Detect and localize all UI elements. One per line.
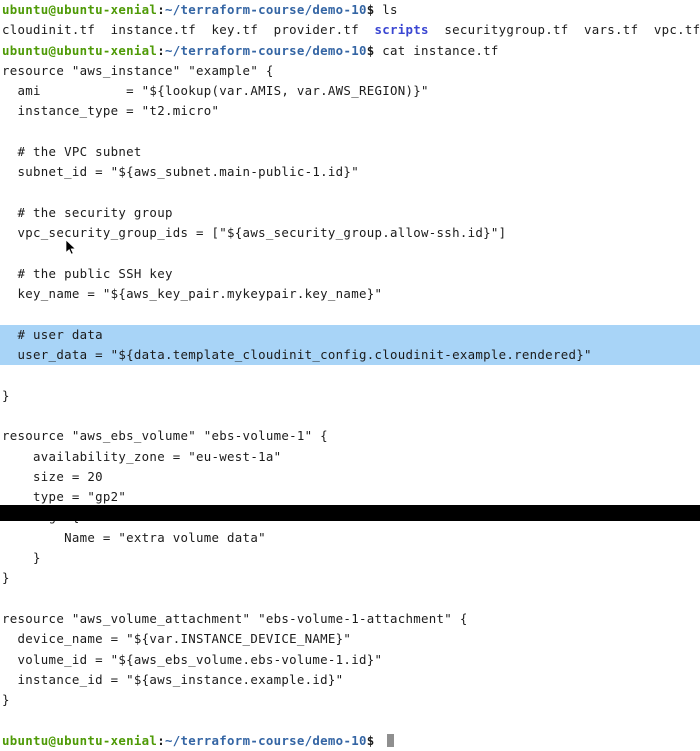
prompt-line-final: ubuntu@ubuntu-xenial:~/terraform-course/… <box>0 731 700 751</box>
file-content-line: resource "aws_volume_attachment" "ebs-vo… <box>0 609 700 629</box>
prompt-line-ls: ubuntu@ubuntu-xenial:~/terraform-course/… <box>0 0 700 20</box>
prompt-user-host: ubuntu@ubuntu-xenial <box>2 2 158 17</box>
file-content-text: Name = "extra volume data" <box>2 529 266 545</box>
file-content-text: volume_id = "${aws_ebs_volume.ebs-volume… <box>2 651 383 667</box>
command-ls: ls <box>374 2 398 17</box>
file-content-line: instance_id = "${aws_instance.example.id… <box>0 670 700 690</box>
prompt-path: ~/terraform-course/demo-10 <box>164 732 367 748</box>
file-content-text: type = "gp2" <box>2 489 127 505</box>
prompt-sigil: $ <box>366 2 375 17</box>
file-content-line: key_name = "${aws_key_pair.mykeypair.key… <box>0 284 700 304</box>
file-content-text: # the VPC subnet <box>2 144 142 160</box>
file-content-text: subnet_id = "${aws_subnet.main-public-1.… <box>2 164 359 180</box>
file-content-text: } <box>2 692 10 708</box>
final-prompt-trailing <box>375 733 383 748</box>
file-content-line <box>0 304 700 324</box>
file-content-line: device_name = "${var.INSTANCE_DEVICE_NAM… <box>0 629 700 649</box>
ls-directory-scripts[interactable]: scripts <box>374 22 428 37</box>
prompt-path: ~/terraform-course/demo-10 <box>164 2 367 17</box>
file-content-line <box>0 122 700 142</box>
file-content-text: # the public SSH key <box>2 265 173 281</box>
file-content-line <box>0 183 700 203</box>
file-content-text: instance_id = "${aws_instance.example.id… <box>2 671 344 687</box>
file-content-line <box>0 710 700 730</box>
file-content-line <box>0 589 700 609</box>
file-content-line: subnet_id = "${aws_subnet.main-public-1.… <box>0 162 700 182</box>
text-cursor <box>387 733 395 747</box>
file-content-line: } <box>0 548 700 568</box>
terminal-window: ubuntu@ubuntu-xenial:~/terraform-course/… <box>0 0 700 748</box>
file-content-text: instance_type = "t2.micro" <box>2 103 220 119</box>
file-content-line: user_data = "${data.template_cloudinit_c… <box>0 345 700 366</box>
file-content-line: } <box>0 690 700 710</box>
file-content-line <box>0 406 700 426</box>
file-content-line: instance_type = "t2.micro" <box>0 101 700 121</box>
prompt-separator: : <box>157 42 165 58</box>
file-content-text: vpc_security_group_ids = ["${aws_securit… <box>2 225 507 241</box>
file-content-line: vpc_security_group_ids = ["${aws_securit… <box>0 223 700 243</box>
file-content-line: # user data <box>0 324 700 346</box>
prompt-sigil: $ <box>366 732 375 748</box>
file-content-text: } <box>2 550 41 566</box>
file-content-line: resource "aws_instance" "example" { <box>0 61 700 81</box>
command-cat: cat instance.tf <box>374 42 499 58</box>
prompt-separator: : <box>157 732 165 748</box>
prompt-path: ~/terraform-course/demo-10 <box>164 42 367 58</box>
file-content-line: ami = "${lookup(var.AMIS, var.AWS_REGION… <box>0 81 700 101</box>
file-content-line: # the public SSH key <box>0 264 700 284</box>
file-content-text: # the security group <box>2 204 173 220</box>
prompt-user-host: ubuntu@ubuntu-xenial <box>2 42 158 58</box>
file-content-line: # the security group <box>0 203 700 223</box>
file-content-text: resource "aws_instance" "example" { <box>2 62 274 78</box>
file-content-line: } <box>0 386 700 406</box>
ls-files-after: securitygroup.tf vars.tf vpc.tf <box>428 22 700 38</box>
file-content-text: ami = "${lookup(var.AMIS, var.AWS_REGION… <box>2 83 429 99</box>
terminal-screen[interactable]: ubuntu@ubuntu-xenial:~/terraform-course/… <box>0 0 700 748</box>
file-content-line <box>0 365 700 385</box>
file-content-line: volume_id = "${aws_ebs_volume.ebs-volume… <box>0 650 700 670</box>
prompt-line-cat: ubuntu@ubuntu-xenial:~/terraform-course/… <box>0 41 700 61</box>
ls-files-before: cloudinit.tf instance.tf key.tf provider… <box>2 22 375 38</box>
file-content-line <box>0 244 700 264</box>
file-content-text: device_name = "${var.INSTANCE_DEVICE_NAM… <box>2 631 352 647</box>
prompt-user-host: ubuntu@ubuntu-xenial <box>2 732 158 748</box>
file-content-line: size = 20 <box>0 467 700 487</box>
file-content-text: # user data <box>2 326 103 342</box>
file-content-line: # the VPC subnet <box>0 142 700 162</box>
file-content-text: key_name = "${aws_key_pair.mykeypair.key… <box>2 286 383 302</box>
file-content-text: } <box>2 570 10 586</box>
file-content-line: resource "aws_ebs_volume" "ebs-volume-1"… <box>0 426 700 446</box>
prompt-separator: : <box>157 2 165 17</box>
ls-output-line: cloudinit.tf instance.tf key.tf provider… <box>0 20 700 40</box>
prompt-sigil: $ <box>366 42 375 58</box>
file-content-text: size = 20 <box>2 468 103 484</box>
file-content-line: Name = "extra volume data" <box>0 528 700 548</box>
file-content-text: resource "aws_ebs_volume" "ebs-volume-1"… <box>2 428 328 444</box>
file-content-line: } <box>0 568 700 588</box>
file-content-text: user_data = "${data.template_cloudinit_c… <box>2 347 592 363</box>
file-content-text: } <box>2 387 10 403</box>
bottom-black-bar <box>0 505 700 521</box>
file-content-text: availability_zone = "eu-west-1a" <box>2 448 282 464</box>
file-content-text: resource "aws_volume_attachment" "ebs-vo… <box>2 610 468 626</box>
file-content-line: availability_zone = "eu-west-1a" <box>0 447 700 467</box>
